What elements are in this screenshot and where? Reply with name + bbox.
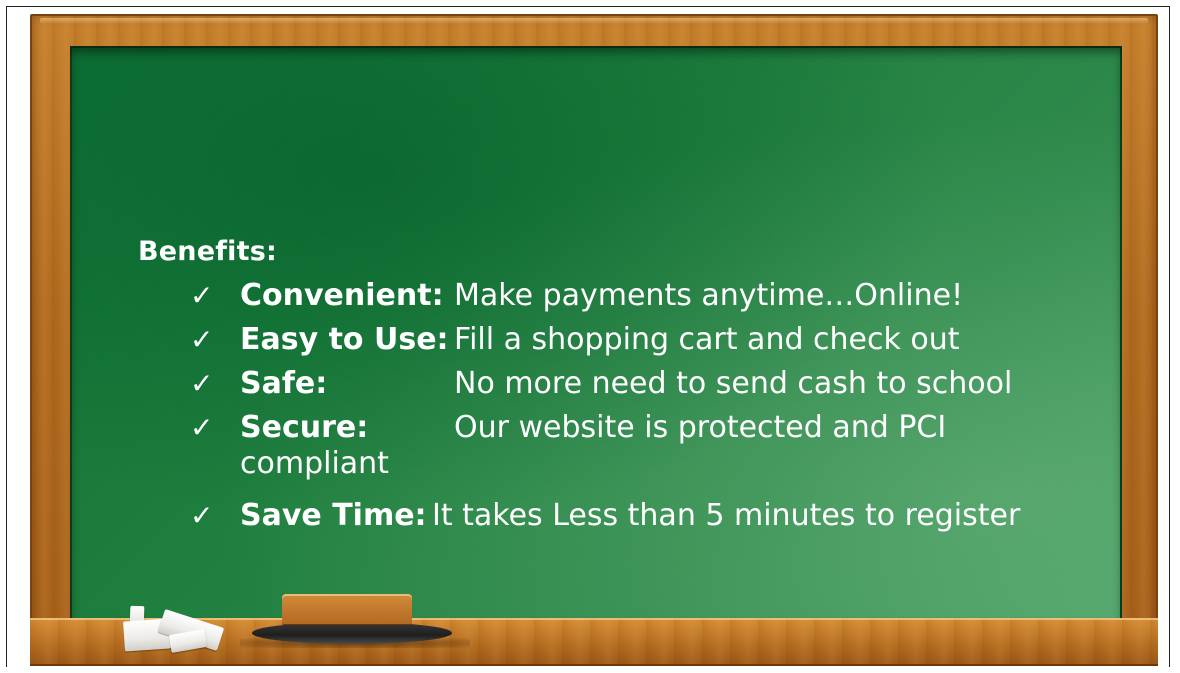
benefit-description: Make payments anytime…Online!	[454, 278, 964, 313]
checkmark-icon: ✓	[190, 411, 214, 444]
benefit-description: It takes Less than 5 minutes to register	[432, 498, 1021, 533]
benefit-description: No more need to send cash to school	[454, 366, 1013, 401]
checkmark-icon: ✓	[190, 367, 214, 400]
benefit-term: Save Time:	[240, 498, 427, 533]
benefit-description: Our website is protected and PCI	[454, 410, 947, 445]
benefit-term: Easy to Use:	[240, 322, 449, 357]
benefit-term: Secure:	[240, 410, 369, 445]
slide-content: Benefits: ✓ Convenient: Make payments an…	[0, 0, 1180, 673]
benefit-description: Fill a shopping cart and check out	[454, 322, 960, 357]
benefit-description-continued: compliant	[240, 446, 389, 481]
checkmark-icon: ✓	[190, 279, 214, 312]
slide: Benefits: ✓ Convenient: Make payments an…	[0, 0, 1180, 673]
benefit-term: Convenient:	[240, 278, 444, 313]
benefit-term: Safe:	[240, 366, 328, 401]
benefits-heading: Benefits:	[138, 236, 278, 267]
checkmark-icon: ✓	[190, 499, 214, 532]
checkmark-icon: ✓	[190, 323, 214, 356]
